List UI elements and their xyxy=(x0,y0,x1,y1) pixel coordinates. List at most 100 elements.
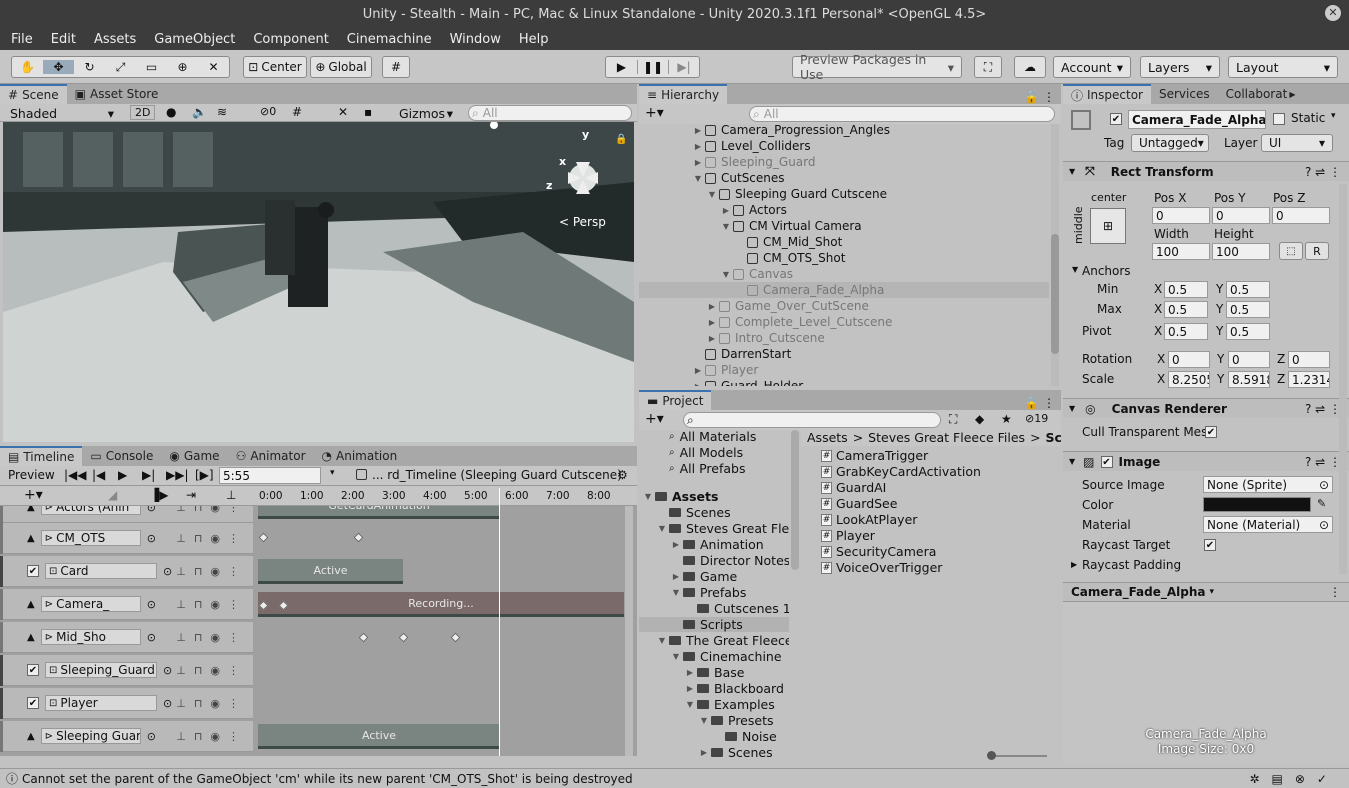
static-checkbox[interactable] xyxy=(1273,113,1285,125)
create-button[interactable]: +▾ xyxy=(645,411,664,427)
project-folder[interactable]: Scenes xyxy=(657,505,731,520)
tab-collaborate[interactable]: Collaborat ▶ xyxy=(1218,84,1304,104)
goto-start-icon[interactable]: |◀◀ xyxy=(64,468,87,482)
expand-arrow-icon[interactable]: ▶ xyxy=(671,572,681,581)
tab-console[interactable]: ▭ Console xyxy=(82,446,161,466)
play-icon[interactable]: ▶ xyxy=(606,60,637,74)
layout-dropdown[interactable]: Layout ▾ xyxy=(1228,56,1338,78)
pivot-y-field[interactable]: 0.5 xyxy=(1226,323,1270,340)
rotate-tool-icon[interactable]: ↻ xyxy=(74,60,105,74)
tab-animation[interactable]: ◔ Animation xyxy=(314,446,406,466)
blueprint-mode-button[interactable]: ⬚ xyxy=(1279,242,1303,260)
project-folder[interactable]: ▶ Animation xyxy=(671,537,764,552)
transform-tool-icon[interactable]: ⊕ xyxy=(167,60,198,74)
raycast-target-checkbox[interactable]: ✔ xyxy=(1204,539,1216,551)
hierarchy-item[interactable]: ▶ Camera_Progression_Angles xyxy=(693,124,890,138)
shading-dropdown[interactable]: Shaded ▾ xyxy=(3,104,121,122)
timeline-scrollbar[interactable] xyxy=(625,506,633,756)
project-folder[interactable]: ▼ Prefabs xyxy=(671,585,746,600)
track-controls[interactable]: ⊥⊓◉⋮ xyxy=(176,532,247,545)
step-icon[interactable]: ▶| xyxy=(668,60,699,74)
light-icon[interactable]: ● xyxy=(166,105,176,119)
project-folder[interactable]: ▼ Steves Great Fleece xyxy=(657,521,789,536)
expand-arrow-icon[interactable]: ▼ xyxy=(693,174,703,183)
grid-icon[interactable]: # xyxy=(292,105,302,119)
static-dropdown-icon[interactable]: ▾ xyxy=(1331,111,1336,121)
tag-dropdown[interactable]: Untagged ▾ xyxy=(1131,134,1209,152)
color-swatch[interactable] xyxy=(1203,497,1311,512)
favorite-item[interactable]: ⌕ All Materials xyxy=(669,429,756,444)
tab-services[interactable]: Services xyxy=(1151,84,1218,104)
pivot-mode-button[interactable]: ⊡ Center xyxy=(243,56,307,78)
project-search-input[interactable]: ⌕ xyxy=(683,412,941,428)
object-name-field[interactable]: Camera_Fade_Alpha xyxy=(1128,110,1266,129)
target-icon[interactable]: ⊙ xyxy=(147,506,156,514)
rotation-x-field[interactable]: 0 xyxy=(1168,351,1210,368)
lock-icon[interactable]: 🔒 ⋮ xyxy=(1024,90,1061,104)
hierarchy-item[interactable]: CM_Mid_Shot xyxy=(735,234,842,250)
slider-handle[interactable] xyxy=(987,751,996,760)
breadcrumb-scripts[interactable]: Scripts xyxy=(1046,430,1061,445)
source-image-field[interactable]: None (Sprite) ⊙ xyxy=(1203,476,1333,493)
hierarchy-item[interactable]: ▼ Sleeping Guard Cutscene xyxy=(707,186,887,202)
track-controls[interactable]: ⊥⊓◉⋮ xyxy=(176,730,247,743)
keyframe-icon[interactable] xyxy=(398,632,409,643)
hierarchy-item[interactable]: ▶ Guard_Holder xyxy=(693,378,803,386)
move-tool-icon[interactable]: ✥ xyxy=(43,60,74,74)
expand-arrow-icon[interactable]: ▼ xyxy=(643,492,653,501)
project-folder[interactable]: ▶ Scenes xyxy=(699,745,773,760)
scrollbar-thumb[interactable] xyxy=(1051,234,1059,354)
track-name-field[interactable]: ⊡ Sleeping_Guard xyxy=(45,662,157,678)
custom-tool-icon[interactable]: ✕ xyxy=(198,60,229,74)
component-menu-icons[interactable]: ? ⇌ ⋮ xyxy=(1305,455,1341,469)
expand-arrow-icon[interactable]: ▶ xyxy=(707,334,717,343)
expand-arrow-icon[interactable]: ▼ xyxy=(657,636,667,645)
project-folder[interactable]: Noise xyxy=(713,729,777,744)
hierarchy-item[interactable]: ▼ CutScenes xyxy=(693,170,785,186)
timeline-track[interactable]: ✔ ⊡ Player ⊙ ⊥⊓◉⋮ xyxy=(0,687,253,719)
expand-arrow-icon[interactable]: ▶ xyxy=(671,540,681,549)
expand-arrow-icon[interactable]: ▼ xyxy=(721,270,731,279)
settings-icon[interactable]: ⚙ xyxy=(617,468,628,482)
project-folder[interactable]: Cutscenes 1 xyxy=(685,601,789,616)
dropdown-arrow-icon[interactable]: ▾ xyxy=(1210,587,1215,597)
hierarchy-item[interactable]: ▼ Canvas xyxy=(721,266,793,282)
menu-file[interactable]: File xyxy=(0,32,40,47)
anchor-min-x-field[interactable]: 0.5 xyxy=(1164,281,1208,298)
account-dropdown[interactable]: Account ▾ xyxy=(1053,56,1131,78)
filter-type-icon[interactable]: ⛶ xyxy=(949,412,957,427)
menu-edit[interactable]: Edit xyxy=(40,32,83,47)
rect-tool-icon[interactable]: ▭ xyxy=(136,60,167,74)
track-name-field[interactable]: ⊳ CM_OTS xyxy=(40,530,141,546)
layers-dropdown[interactable]: Layers ▾ xyxy=(1140,56,1220,78)
expand-arrow-icon[interactable]: ▶ xyxy=(693,366,703,375)
object-picker-icon[interactable]: ⊙ xyxy=(1319,478,1329,492)
pivot-rotation-button[interactable]: ⊕ Global xyxy=(310,56,372,78)
track-controls[interactable]: ⊥⊓◉⋮ xyxy=(176,697,247,710)
hierarchy-item[interactable]: ▶ Sleeping_Guard xyxy=(693,154,816,170)
keyframe-icon[interactable] xyxy=(358,632,369,643)
project-folder[interactable]: Director Notes xyxy=(671,553,789,568)
active-checkbox[interactable]: ✔ xyxy=(1110,113,1122,125)
menu-assets[interactable]: Assets xyxy=(83,32,143,47)
hierarchy-item[interactable]: Camera_Fade_Alpha xyxy=(639,282,1049,298)
expand-arrow-icon[interactable]: ▼ xyxy=(671,588,681,597)
menu-gameobject[interactable]: GameObject xyxy=(143,32,242,47)
track-name-field[interactable]: ⊳ Mid_Sho xyxy=(40,629,141,645)
tab-project[interactable]: ▬ Project xyxy=(639,390,712,410)
project-folder[interactable]: ▶ Base xyxy=(685,665,745,680)
tab-hierarchy[interactable]: ≡ Hierarchy xyxy=(639,84,728,104)
status-message[interactable]: Cannot set the parent of the GameObject … xyxy=(22,772,633,786)
expand-arrow-icon[interactable]: ▶ xyxy=(693,142,703,151)
expand-arrow-icon[interactable]: ▶ xyxy=(707,302,717,311)
animation-clip[interactable]: GetCardAnimation xyxy=(258,506,500,519)
expand-arrow-icon[interactable]: ▶ xyxy=(685,668,695,677)
track-name-field[interactable]: ⊳Sleeping Guard C xyxy=(40,728,141,744)
tab-timeline[interactable]: ▤ Timeline xyxy=(0,446,83,466)
expand-arrow-icon[interactable]: ▶ xyxy=(693,158,703,167)
scale-x-field[interactable]: 8.2505 xyxy=(1168,371,1210,388)
hidden-packages-count[interactable]: ⊘19 xyxy=(1025,412,1048,425)
ripple-icon[interactable]: ⇥ xyxy=(186,488,196,502)
menu-component[interactable]: Component xyxy=(242,32,335,47)
track-controls[interactable]: ⊥⊓◉⋮ xyxy=(176,506,247,514)
